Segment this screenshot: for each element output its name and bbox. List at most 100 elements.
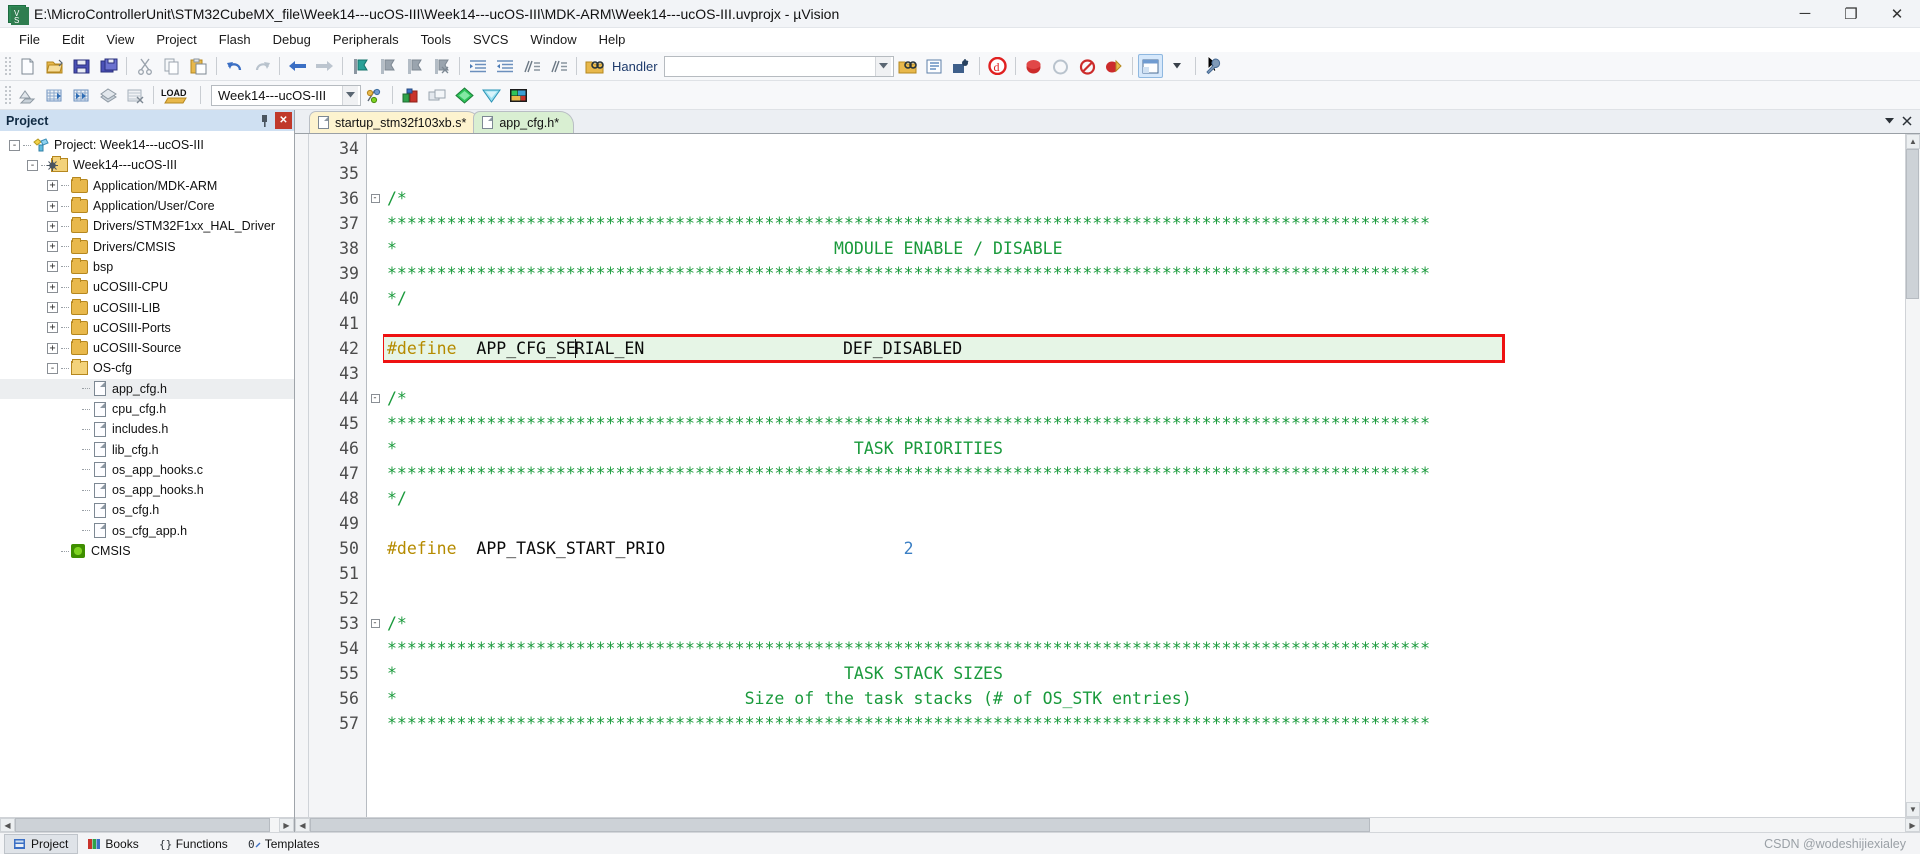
code-line[interactable] — [383, 561, 1905, 586]
manage-project-items-icon[interactable] — [506, 83, 531, 107]
collapse-icon[interactable]: - — [370, 619, 380, 628]
code-fold-column[interactable]: - - - — [367, 134, 383, 817]
code-line[interactable] — [383, 311, 1905, 336]
close-icon[interactable] — [1898, 112, 1916, 130]
toolbar-grip[interactable] — [4, 85, 11, 105]
code-line[interactable]: * Size of the task stacks (# of OS_STK e… — [383, 686, 1905, 711]
manage-runtime-env-icon[interactable] — [479, 83, 504, 107]
close-button[interactable]: ✕ — [1874, 0, 1920, 28]
hscroll-track[interactable] — [310, 818, 1905, 832]
close-icon[interactable]: ✕ — [275, 112, 292, 129]
menu-edit[interactable]: Edit — [51, 29, 95, 50]
kill-breakpoints-icon[interactable] — [1102, 54, 1127, 78]
code-text[interactable]: /* **************************************… — [383, 134, 1905, 817]
code-editor[interactable]: 34 35 36 37 38 39 40 41 42 43 44 45 46 47 48 49 50 51 52 53… — [295, 134, 1920, 817]
menu-debug[interactable]: Debug — [262, 29, 322, 50]
window-layout-icon[interactable] — [1137, 54, 1163, 78]
code-line[interactable]: #define APP_TASK_START_PRIO 2 — [383, 536, 1905, 561]
manage-components-icon[interactable] — [398, 83, 423, 107]
code-line[interactable]: /* — [383, 386, 1905, 411]
code-line[interactable] — [383, 136, 1905, 161]
tree-item[interactable]: + uCOSIII-LIB — [0, 297, 294, 317]
uncomment-icon[interactable] — [546, 54, 571, 78]
code-line[interactable]: * MODULE ENABLE / DISABLE — [383, 236, 1905, 261]
chevron-down-icon[interactable] — [1880, 112, 1898, 130]
select-software-packs-icon[interactable] — [452, 83, 477, 107]
statusbar-tab-templates[interactable]: 0 Templates — [238, 834, 330, 854]
scroll-left-icon[interactable]: ◀ — [0, 818, 15, 832]
tree-item[interactable]: os_cfg.h — [0, 500, 294, 520]
tree-item[interactable]: + Drivers/STM32F1xx_HAL_Driver — [0, 216, 294, 236]
fold-cell[interactable]: - — [367, 386, 383, 411]
code-line[interactable]: ****************************************… — [383, 211, 1905, 236]
pack-installer-icon[interactable] — [425, 83, 450, 107]
expand-icon[interactable]: + — [47, 322, 58, 334]
statusbar-tab-project[interactable]: Project — [4, 833, 79, 854]
menu-help[interactable]: Help — [588, 29, 637, 50]
fold-cell[interactable]: - — [367, 611, 383, 636]
copy-icon[interactable] — [159, 54, 184, 78]
expand-icon[interactable]: + — [47, 241, 58, 253]
start-debug-icon[interactable]: d — [985, 54, 1010, 78]
settings-wrench-icon[interactable] — [1201, 54, 1226, 78]
editor-tab-app-cfg[interactable]: app_cfg.h* — [473, 111, 575, 133]
find-in-files-icon[interactable] — [582, 54, 607, 78]
scroll-right-icon[interactable]: ▶ — [279, 818, 294, 832]
code-line[interactable]: /* — [383, 186, 1905, 211]
expand-icon[interactable]: + — [47, 180, 58, 192]
tree-item[interactable]: app_cfg.h — [0, 378, 294, 399]
navigate-forward-icon[interactable] — [312, 54, 337, 78]
expand-icon[interactable]: + — [47, 261, 58, 273]
collapse-icon[interactable]: - — [9, 139, 20, 151]
statusbar-tab-books[interactable]: Books — [78, 834, 148, 854]
undo-icon[interactable] — [222, 54, 247, 78]
chevron-down-icon[interactable] — [342, 85, 358, 105]
collapse-icon[interactable]: - — [47, 362, 58, 374]
code-line[interactable] — [383, 361, 1905, 386]
tree-item[interactable]: + Application/MDK-ARM — [0, 176, 294, 196]
code-line[interactable]: */ — [383, 486, 1905, 511]
code-vscrollbar[interactable]: ▲ ▼ — [1905, 134, 1920, 817]
tree-item[interactable]: + bsp — [0, 257, 294, 277]
build-icon[interactable] — [42, 83, 67, 107]
scroll-left-icon[interactable]: ◀ — [295, 818, 310, 832]
code-hscrollbar[interactable]: ◀ ▶ — [295, 817, 1920, 832]
menu-tools[interactable]: Tools — [410, 29, 462, 50]
tree-item[interactable]: CMSIS — [0, 541, 294, 561]
expand-icon[interactable]: + — [47, 220, 58, 232]
code-line[interactable]: ****************************************… — [383, 461, 1905, 486]
menu-file[interactable]: File — [8, 29, 51, 50]
menu-flash[interactable]: Flash — [208, 29, 262, 50]
chevron-down-icon[interactable] — [874, 56, 891, 76]
insert-bookmark-icon[interactable] — [895, 54, 920, 78]
stop-build-icon[interactable] — [123, 83, 148, 107]
comment-icon[interactable] — [519, 54, 544, 78]
code-line[interactable]: ****************************************… — [383, 411, 1905, 436]
menu-svcs[interactable]: SVCS — [462, 29, 519, 50]
bookmark-toggle-icon[interactable] — [348, 54, 373, 78]
handler-combo[interactable] — [663, 55, 894, 77]
maximize-button[interactable]: ❐ — [1828, 0, 1874, 28]
code-line[interactable]: /* — [383, 611, 1905, 636]
vscroll-track[interactable] — [1906, 149, 1920, 802]
code-line[interactable]: * TASK PRIORITIES — [383, 436, 1905, 461]
expand-icon[interactable]: + — [47, 200, 58, 212]
menu-view[interactable]: View — [95, 29, 145, 50]
tree-item[interactable]: os_cfg_app.h — [0, 521, 294, 541]
tree-item[interactable]: includes.h — [0, 419, 294, 439]
code-line[interactable]: ****************************************… — [383, 711, 1905, 736]
target-combo[interactable]: Week14---ucOS-III — [211, 84, 361, 106]
code-line[interactable]: ****************************************… — [383, 261, 1905, 286]
open-file-icon[interactable] — [42, 54, 67, 78]
tree-item[interactable]: + uCOSIII-Ports — [0, 318, 294, 338]
expand-icon[interactable]: + — [47, 342, 58, 354]
hscroll-track[interactable] — [15, 818, 279, 832]
tree-item[interactable]: + Drivers/CMSIS — [0, 236, 294, 256]
scroll-down-icon[interactable]: ▼ — [1906, 802, 1920, 817]
collapse-icon[interactable]: - — [370, 394, 380, 403]
code-line[interactable] — [383, 586, 1905, 611]
tree-item[interactable]: + uCOSIII-CPU — [0, 277, 294, 297]
code-line[interactable]: * TASK STACK SIZES — [383, 661, 1905, 686]
project-tree[interactable]: - Project: Week14---ucOS-III - Week14---ucO… — [0, 131, 294, 817]
navigate-back-icon[interactable] — [285, 54, 310, 78]
